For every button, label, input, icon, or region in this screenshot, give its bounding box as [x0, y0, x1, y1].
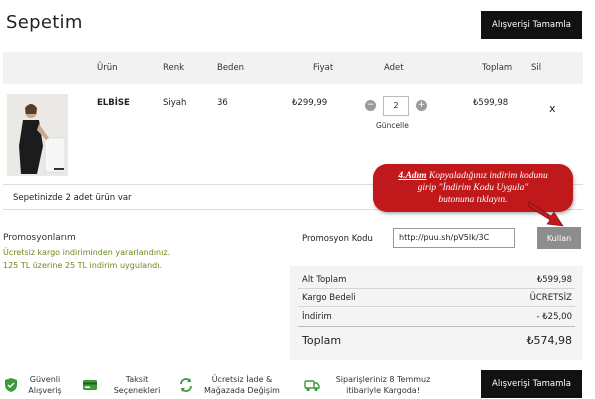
item-name[interactable]: ELBİSE [97, 98, 130, 108]
column-quantity: Adet [384, 63, 404, 73]
promo-code-label: Promosyon Kodu [302, 234, 373, 244]
callout-arrow-icon [527, 201, 564, 227]
column-product: Ürün [97, 63, 118, 73]
product-photo-graphic [7, 94, 68, 176]
credit-card-icon [83, 380, 97, 390]
order-totals: Alt Toplam ₺599,98 Kargo Bedeli ÜCRETSİZ… [290, 266, 583, 360]
page-title: Sepetim [6, 12, 83, 33]
divider [298, 288, 575, 289]
item-total: ₺599,98 [473, 98, 509, 108]
promo-code-input[interactable]: http://puu.sh/pV5Ik/3C [393, 228, 515, 248]
column-price: Fiyat [313, 63, 334, 73]
column-total: Toplam [482, 63, 513, 73]
quantity-input[interactable]: 2 [383, 96, 409, 116]
return-arrows-icon [180, 378, 192, 392]
column-remove: Sil [531, 63, 542, 73]
feature-installment-line1: Taksit [125, 375, 149, 384]
item-size: 36 [217, 98, 228, 108]
column-color: Renk [163, 63, 185, 73]
feature-return-line2: Mağazada Değişim [204, 386, 280, 395]
update-link[interactable]: Güncelle [376, 121, 409, 130]
cart-table-header: Ürün Renk Beden Fiyat Adet Toplam Sil [3, 52, 583, 84]
feature-shipping-line2: itibariyle Kargoda! [346, 386, 420, 395]
discount-label: İndirim [302, 312, 332, 322]
subtotal-value: ₺599,98 [536, 275, 572, 285]
delivery-truck-icon [304, 380, 320, 392]
shield-icon [5, 378, 17, 392]
callout-step: 4.Adım [398, 171, 427, 181]
minus-icon[interactable]: − [365, 100, 376, 111]
shipping-value: ÜCRETSİZ [529, 293, 572, 303]
promotion-message: 125 TL üzerine 25 TL indirim uygulandı. [3, 261, 162, 270]
callout-line-1-text: Kopyaladığınız indirim kodunu [426, 171, 548, 181]
column-size: Beden [217, 63, 245, 73]
cart-summary-text: Sepetinizde 2 adet ürün var [13, 193, 132, 203]
product-image[interactable] [7, 94, 68, 176]
feature-secure-line1: Güvenli [29, 375, 61, 384]
item-color: Siyah [163, 98, 187, 108]
divider [298, 306, 575, 307]
callout-line-2: girip "İndirim Kodu Uygula" [417, 183, 529, 193]
subtotal-label: Alt Toplam [302, 275, 347, 285]
apply-promo-button[interactable]: Kullan [537, 227, 581, 249]
discount-value: - ₺25,00 [536, 312, 572, 322]
checkout-button-bottom[interactable]: Alışverişi Tamamla [481, 370, 582, 398]
promotions-title: Promosyonlarım [3, 233, 76, 243]
grand-total-label: Toplam [302, 334, 342, 347]
quantity-stepper: − 2 + [365, 96, 427, 116]
feature-shipping-line1: Siparişleriniz 8 Temmuz [335, 375, 431, 384]
callout-line-1: 4.Adım Kopyaladığınız indirim kodunu [373, 170, 573, 182]
feature-return-line1: Ücretsiz İade & [211, 375, 273, 384]
feature-secure-line2: Alışveriş [28, 386, 62, 395]
plus-icon[interactable]: + [416, 100, 427, 111]
checkout-button-top[interactable]: Alışverişi Tamamla [481, 11, 582, 39]
item-price: ₺299,99 [292, 98, 328, 108]
remove-item-button[interactable]: x [549, 102, 556, 115]
feature-installment-line2: Seçenekleri [113, 386, 161, 395]
shipping-label: Kargo Bedeli [302, 293, 356, 303]
divider [298, 326, 575, 327]
grand-total-value: ₺574,98 [526, 334, 573, 347]
promotion-message: Ücretsiz kargo indiriminden yararlandını… [3, 248, 171, 257]
